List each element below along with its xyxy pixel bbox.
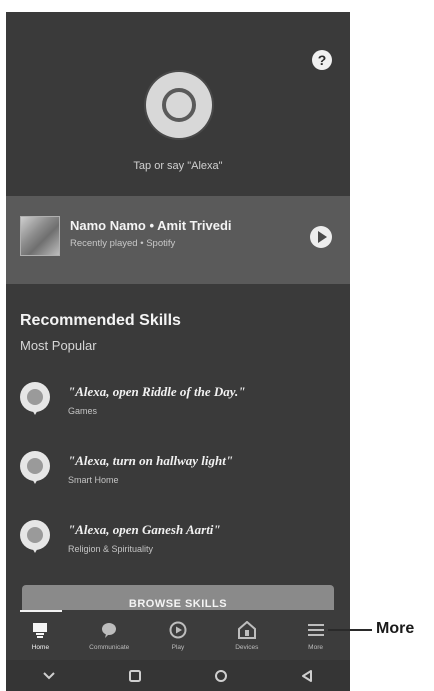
play-icon[interactable] (310, 226, 332, 248)
alexa-ring-icon (162, 88, 196, 122)
android-nav-bar (6, 660, 350, 691)
skill-quote: "Alexa, turn on hallway light" (68, 453, 234, 468)
play-icon (168, 620, 188, 640)
alexa-app-screen: ? Tap or say "Alexa" Namo Namo • Amit Tr… (6, 12, 350, 691)
tab-devices[interactable]: Devices (212, 610, 281, 660)
recents-icon[interactable] (125, 666, 145, 686)
menu-icon (306, 620, 326, 640)
skill-item[interactable]: "Alexa, open Ganesh Aarti" Religion & Sp… (20, 518, 340, 562)
chat-icon (99, 620, 119, 640)
alexa-voice-button[interactable] (146, 72, 212, 138)
speech-bubble-icon (20, 382, 50, 416)
section-title: Recommended Skills (20, 312, 181, 329)
more-callout-label: More (376, 620, 415, 637)
skill-category: Games (68, 406, 98, 416)
collapse-icon[interactable] (39, 666, 59, 686)
now-playing-title: Namo Namo • Amit Trivedi (70, 218, 232, 233)
speech-bubble-icon (20, 451, 50, 485)
section-subtitle: Most Popular (20, 338, 97, 353)
tab-home[interactable]: Home (6, 610, 75, 660)
home-icon (30, 620, 50, 640)
speech-bubble-icon (20, 520, 50, 554)
skill-item[interactable]: "Alexa, turn on hallway light" Smart Hom… (20, 449, 340, 493)
skill-category: Smart Home (68, 475, 119, 485)
devices-icon (237, 620, 257, 640)
album-art (20, 216, 60, 256)
tab-label: Communicate (89, 644, 130, 651)
callout-line (328, 629, 372, 631)
bottom-tab-bar: Home Communicate Play Devices More (6, 610, 350, 660)
tab-label: Devices (235, 644, 259, 651)
tab-more[interactable]: More (281, 610, 350, 660)
screenshot-stage: ? Tap or say "Alexa" Namo Namo • Amit Tr… (0, 0, 434, 691)
skill-item[interactable]: "Alexa, open Riddle of the Day." Games (20, 380, 340, 424)
back-icon[interactable] (297, 666, 317, 686)
voice-prompt-text: Tap or say "Alexa" (133, 160, 223, 172)
tab-label: Play (171, 644, 185, 651)
home-circle-icon[interactable] (211, 666, 231, 686)
active-tab-indicator (20, 610, 62, 612)
skill-category: Religion & Spirituality (68, 544, 154, 554)
now-playing-card[interactable]: Namo Namo • Amit Trivedi Recently played… (6, 196, 350, 284)
tab-label: Home (31, 644, 50, 651)
skill-quote: "Alexa, open Riddle of the Day." (68, 384, 246, 399)
skill-quote: "Alexa, open Ganesh Aarti" (68, 522, 221, 537)
tab-label: More (308, 644, 323, 651)
tab-communicate[interactable]: Communicate (75, 610, 144, 660)
now-playing-subtitle: Recently played • Spotify (70, 238, 176, 249)
tab-play[interactable]: Play (144, 610, 213, 660)
help-icon[interactable]: ? (312, 50, 332, 70)
